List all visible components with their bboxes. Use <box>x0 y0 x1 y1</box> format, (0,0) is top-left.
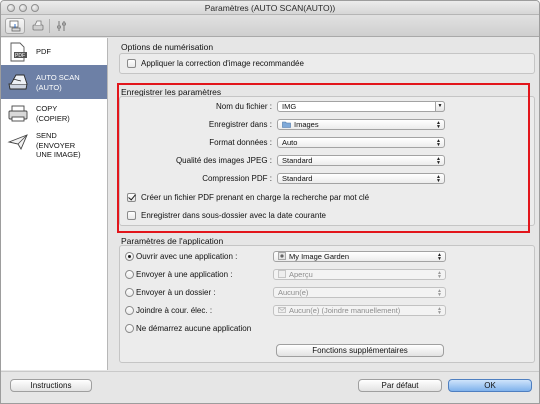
sidebar-item-send[interactable]: SEND (ENVOYER UNE IMAGE) <box>1 129 107 165</box>
send-to-app-radio[interactable] <box>125 270 134 279</box>
instructions-button[interactable]: Instructions <box>10 379 92 392</box>
sidebar-item-label: SEND (ENVOYER UNE IMAGE) <box>36 131 81 159</box>
sidebar: PDF PDF AUTO SCAN (AUTO) COPY (COPIER) S… <box>1 38 108 370</box>
scan-from-panel-icon <box>32 20 44 31</box>
apply-correction-label: Appliquer la correction d'image recomman… <box>141 59 304 68</box>
attach-email-radio[interactable] <box>125 306 134 315</box>
general-settings-icon <box>57 21 66 31</box>
sidebar-item-label: PDF <box>36 47 51 56</box>
pdf-icon: PDF <box>7 41 29 63</box>
sidebar-item-label: COPY (COPIER) <box>36 104 70 123</box>
scan-options-title: Options de numérisation <box>121 42 214 52</box>
ok-button[interactable]: OK <box>448 379 532 392</box>
scan-options-group: Appliquer la correction d'image recomman… <box>119 53 535 74</box>
preview-app-icon <box>278 270 286 280</box>
toolbar <box>1 15 539 37</box>
send-icon <box>7 131 29 153</box>
attach-email-label: Joindre à cour. élec. : <box>136 306 213 315</box>
scan-from-computer-tab[interactable] <box>5 18 25 34</box>
settings-window: Paramètres (AUTO SCAN(AUTO)) PDF PDF AUT… <box>0 0 540 404</box>
more-functions-button[interactable]: Fonctions supplémentaires <box>276 344 444 357</box>
send-to-app-value: Aperçu <box>289 270 313 279</box>
attach-email-value: Aucun(e) (Joindre manuellement) <box>289 306 401 315</box>
select-arrows-icon: ▲ ▼ <box>437 288 442 298</box>
send-to-folder-value: Aucun(e) <box>278 288 309 297</box>
apply-correction-checkbox[interactable] <box>127 59 136 68</box>
sidebar-item-label: AUTO SCAN (AUTO) <box>36 73 80 92</box>
bottom-bar: Instructions Par défaut OK <box>1 371 539 403</box>
send-to-folder-label: Envoyer à un dossier : <box>136 288 216 297</box>
attach-email-select[interactable]: Aucun(e) (Joindre manuellement) ▲ ▼ <box>273 305 446 316</box>
highlight-frame <box>117 83 530 233</box>
title-bar: Paramètres (AUTO SCAN(AUTO)) <box>1 1 539 15</box>
open-with-select[interactable]: My Image Garden ▲ ▼ <box>273 251 446 262</box>
send-to-app-label: Envoyer à une application : <box>136 270 233 279</box>
open-with-label: Ouvrir avec une application : <box>136 252 238 261</box>
send-to-app-select[interactable]: Aperçu ▲ ▼ <box>273 269 446 280</box>
image-garden-icon <box>278 252 286 262</box>
auto-scan-icon <box>7 71 29 93</box>
copy-icon <box>7 102 29 124</box>
scan-from-computer-icon <box>9 20 21 32</box>
sidebar-item-pdf[interactable]: PDF PDF <box>1 38 107 64</box>
mail-app-icon <box>278 306 286 316</box>
window-title: Paramètres (AUTO SCAN(AUTO)) <box>204 3 336 13</box>
svg-text:PDF: PDF <box>15 53 25 59</box>
open-with-radio[interactable] <box>125 252 134 261</box>
select-arrows-icon: ▲ ▼ <box>437 252 442 262</box>
defaults-button[interactable]: Par défaut <box>358 379 442 392</box>
general-settings-tab[interactable] <box>53 18 71 34</box>
scan-from-panel-tab[interactable] <box>29 18 47 34</box>
sidebar-item-copy[interactable]: COPY (COPIER) <box>1 100 107 128</box>
no-app-radio[interactable] <box>125 324 134 333</box>
open-with-value: My Image Garden <box>289 252 350 261</box>
no-app-label: Ne démarrez aucune application <box>136 324 252 333</box>
send-to-folder-radio[interactable] <box>125 288 134 297</box>
select-arrows-icon: ▲ ▼ <box>437 270 442 280</box>
select-arrows-icon: ▲ ▼ <box>437 306 442 316</box>
send-to-folder-select[interactable]: Aucun(e) ▲ ▼ <box>273 287 446 298</box>
toolbar-divider <box>49 19 50 33</box>
sidebar-item-auto-scan[interactable]: AUTO SCAN (AUTO) <box>1 65 107 99</box>
app-settings-group: Ouvrir avec une application : My Image G… <box>119 245 535 363</box>
